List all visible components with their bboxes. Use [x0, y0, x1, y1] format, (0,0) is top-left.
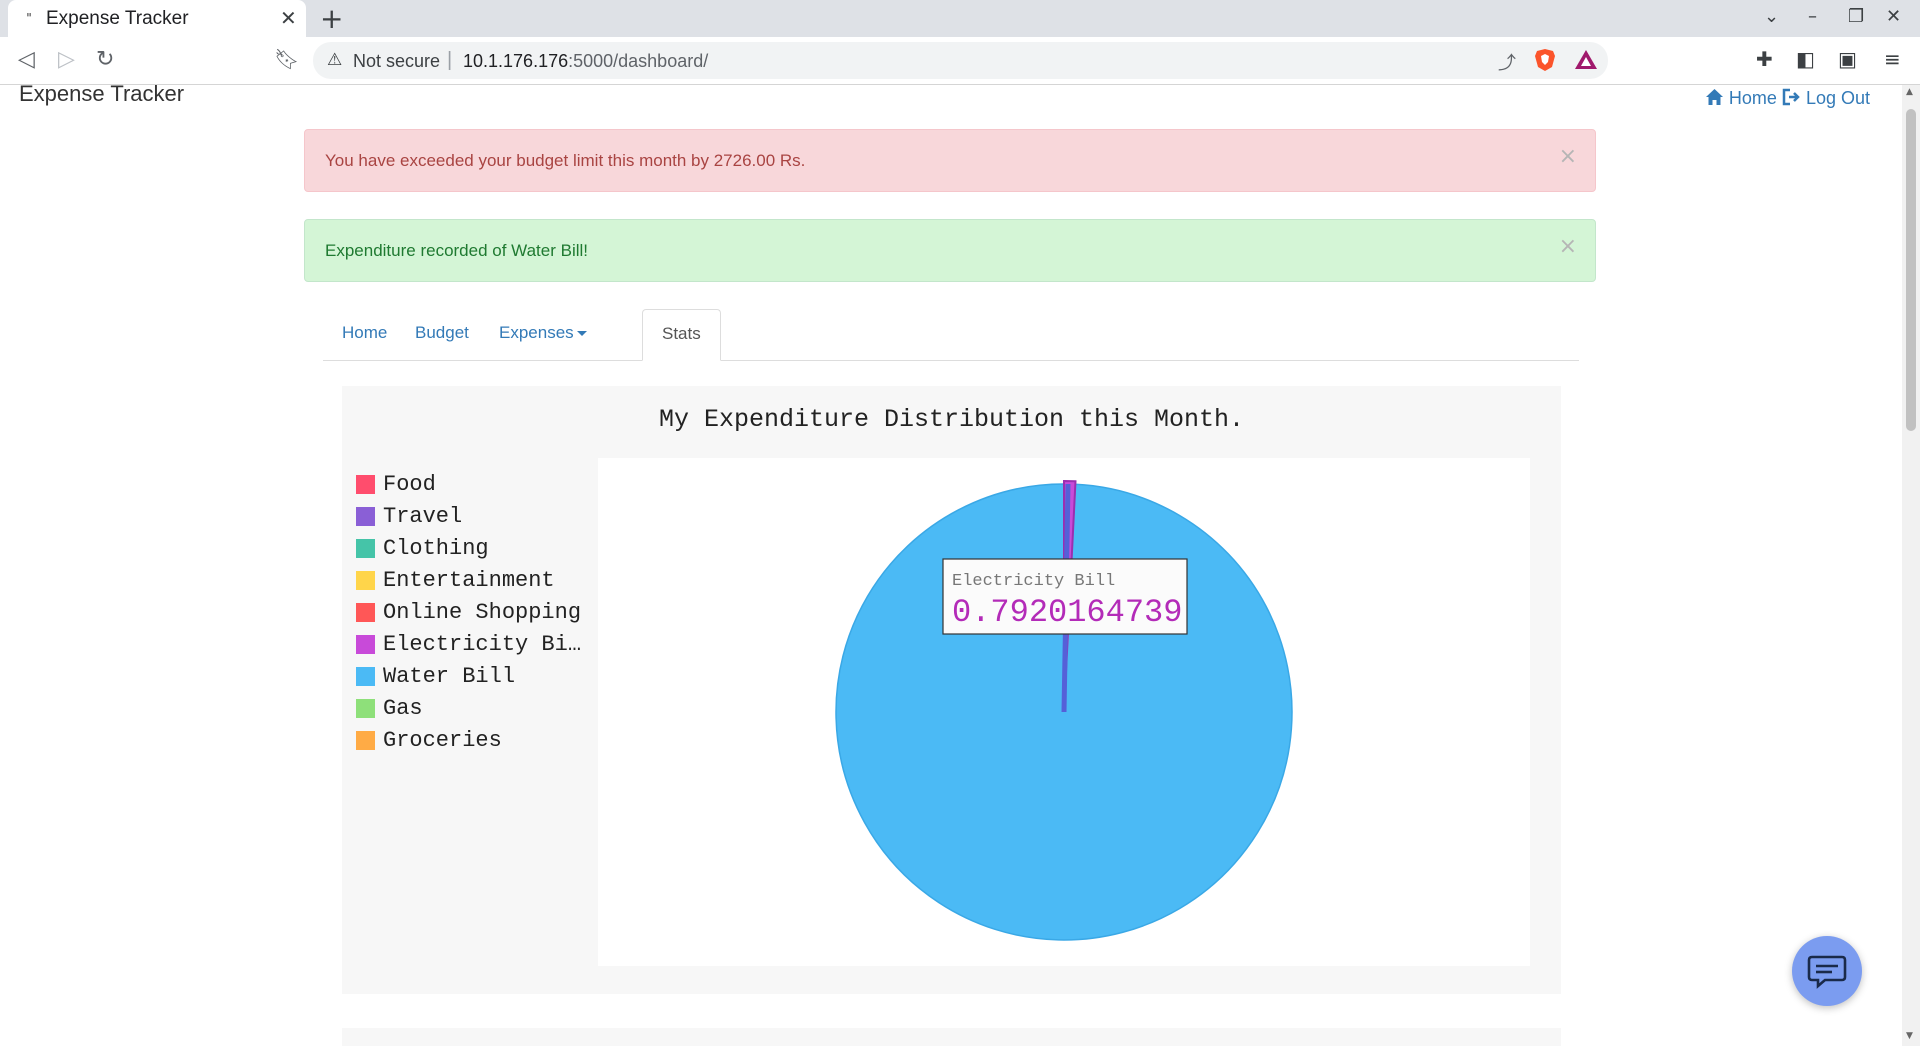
browser-toolbar: ◁ ▷ ↻ 🔖︎ ⚠ Not secure | 10.1.176.176:500… [0, 37, 1920, 85]
pie-plot-area: Electricity Bill 0.7920164739 [598, 458, 1530, 966]
top-nav: Home Log Out [1705, 88, 1870, 109]
menu-icon[interactable]: ≡ [1884, 47, 1901, 71]
legend-label: Food [383, 471, 436, 497]
legend-swatch [356, 634, 375, 654]
legend-item[interactable]: Entertainment [356, 564, 581, 596]
minimize-icon[interactable]: – [1808, 6, 1817, 27]
scrollbar-thumb[interactable] [1906, 109, 1916, 431]
url-text[interactable]: 10.1.176.176:5000/dashboard/ [463, 51, 708, 72]
brave-rewards-icon[interactable] [1574, 48, 1598, 72]
brand-title[interactable]: Expense Tracker [19, 85, 184, 107]
chart-tooltip: Electricity Bill 0.7920164739 [942, 558, 1188, 635]
tab-title: Expense Tracker [46, 8, 189, 29]
home-icon [1705, 89, 1723, 105]
legend-swatch [356, 730, 375, 750]
chat-icon [1807, 955, 1847, 989]
tab-search-icon[interactable]: ⌄ [1764, 6, 1779, 27]
chart-title: My Expenditure Distribution this Month. [658, 405, 1245, 434]
back-icon[interactable]: ◁ [18, 47, 35, 72]
alert-message: You have exceeded your budget limit this… [325, 151, 806, 170]
tab-expenses[interactable]: Expenses [480, 309, 606, 360]
tab-close-icon[interactable]: ✕ [280, 6, 297, 30]
second-panel [342, 1028, 1561, 1046]
legend-item[interactable]: Clothing [356, 532, 581, 564]
tooltip-value: 0.7920164739 [952, 594, 1182, 631]
legend-item[interactable]: Gas [356, 692, 581, 724]
legend-item[interactable]: Groceries [356, 724, 581, 756]
stats-chart-panel: My Expenditure Distribution this Month. … [342, 386, 1561, 994]
page-viewport: Expense Tracker Home Log Out You have ex… [0, 85, 1902, 1046]
legend-label: Groceries [383, 727, 502, 753]
chart-legend: Food Travel Clothing Entertainment Online Sh… [356, 468, 581, 756]
scroll-up-icon[interactable]: ▲ [1906, 87, 1913, 97]
new-tab-icon[interactable]: + [320, 2, 343, 35]
expenditure-recorded-alert: Expenditure recorded of Water Bill! × [304, 219, 1596, 282]
pie-chart[interactable]: Electricity Bill 0.7920164739 [598, 458, 1530, 966]
security-label: Not secure [353, 51, 441, 71]
legend-label: Electricity Bi… [383, 631, 582, 657]
logout-link-label: Log Out [1805, 88, 1870, 108]
legend-label: Travel [383, 503, 463, 529]
dashboard-tabs: Home Budget Expenses Stats [323, 309, 1579, 361]
legend-label: Gas [383, 695, 423, 721]
legend-item[interactable]: Travel [356, 500, 581, 532]
legend-label: Online Shopping [383, 599, 582, 625]
legend-item[interactable]: Water Bill [356, 660, 581, 692]
legend-swatch [356, 506, 375, 526]
separator: | [447, 49, 453, 71]
extensions-icon[interactable]: ✚ [1756, 47, 1773, 71]
legend-item[interactable]: Electricity Bi… [356, 628, 581, 660]
budget-exceeded-alert: You have exceeded your budget limit this… [304, 129, 1596, 192]
legend-swatch [356, 698, 375, 718]
legend-label: Clothing [383, 535, 489, 561]
close-window-icon[interactable]: ✕ [1886, 6, 1901, 27]
legend-label: Entertainment [383, 567, 555, 593]
forward-icon[interactable]: ▷ [58, 47, 75, 72]
legend-item[interactable]: Food [356, 468, 581, 500]
logout-icon [1782, 88, 1800, 106]
alert-message: Expenditure recorded of Water Bill! [325, 241, 588, 260]
browser-tabbar: " Expense Tracker ✕ + ⌄ – ❐ ✕ [0, 0, 1920, 37]
wallet-icon[interactable]: ▣ [1838, 47, 1857, 71]
share-icon[interactable]: ⤴ [1498, 49, 1516, 75]
legend-swatch [356, 570, 375, 590]
alert-close-icon[interactable]: × [1559, 144, 1577, 169]
legend-swatch [356, 666, 375, 686]
restore-icon[interactable]: ❐ [1848, 6, 1864, 27]
brave-shield-icon[interactable] [1534, 48, 1556, 72]
sidebar-icon[interactable]: ◧ [1796, 47, 1815, 71]
bookmark-icon[interactable]: 🔖︎ [274, 47, 299, 71]
warning-icon: ⚠ [327, 50, 343, 70]
alert-close-icon[interactable]: × [1559, 234, 1577, 259]
address-bar[interactable]: ⚠ Not secure | 10.1.176.176:5000/dashboa… [313, 42, 1608, 79]
tooltip-label: Electricity Bill [952, 572, 1115, 591]
home-link-label: Home [1728, 88, 1777, 108]
scroll-down-icon[interactable]: ▼ [1906, 1031, 1913, 1041]
legend-label: Water Bill [383, 663, 516, 689]
browser-tab[interactable]: " Expense Tracker ✕ [8, 0, 306, 37]
legend-swatch [356, 474, 375, 494]
logout-link[interactable]: Log Out [1782, 88, 1870, 108]
tab-stats[interactable]: Stats [642, 309, 721, 361]
chat-button[interactable] [1792, 936, 1862, 1006]
legend-swatch [356, 538, 375, 558]
legend-item[interactable]: Online Shopping [356, 596, 581, 628]
favicon-icon: " [26, 11, 32, 25]
page-scrollbar[interactable]: ▲ ▼ [1902, 85, 1920, 1046]
reload-icon[interactable]: ↻ [96, 47, 114, 72]
tab-home[interactable]: Home [323, 309, 406, 360]
legend-swatch [356, 602, 375, 622]
tab-budget[interactable]: Budget [396, 309, 488, 360]
home-link[interactable]: Home [1705, 88, 1782, 108]
caret-down-icon [576, 331, 587, 336]
